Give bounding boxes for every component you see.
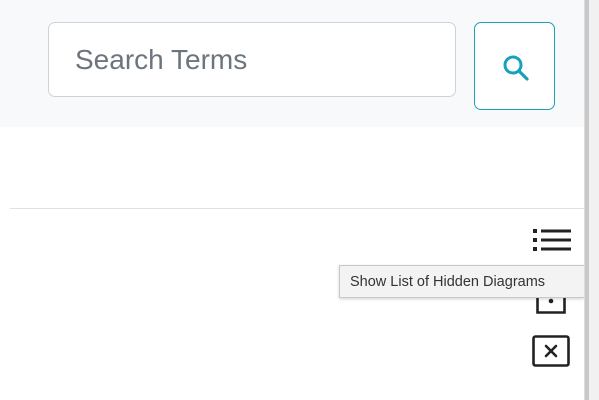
page: Show List of Hidden Diagrams	[0, 0, 599, 400]
search-icon	[503, 55, 529, 81]
tooltip-text: Show List of Hidden Diagrams	[350, 274, 546, 290]
search-bar	[0, 0, 584, 127]
section-divider	[10, 208, 584, 209]
scrollbar-thumb[interactable]	[585, 0, 589, 400]
box-x-icon[interactable]	[532, 335, 570, 367]
list-icon[interactable]	[533, 228, 571, 252]
scrollbar[interactable]	[584, 0, 599, 400]
search-input[interactable]	[48, 22, 456, 97]
search-button[interactable]	[474, 22, 555, 110]
tooltip: Show List of Hidden Diagrams	[339, 265, 584, 298]
